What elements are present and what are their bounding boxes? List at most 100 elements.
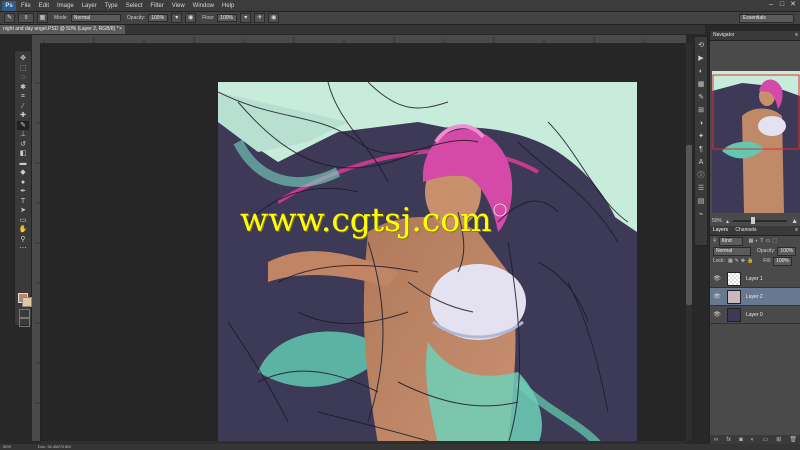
navigator-zoom-value[interactable]: 50% [712,218,726,224]
eyedropper-tool-icon[interactable]: ⁄ [17,102,29,112]
lock-icons[interactable]: ▦✎✥🔒 [728,258,755,264]
link-layers-icon[interactable]: ∞ [714,437,718,443]
styles-panel-icon[interactable]: ✦ [696,132,706,142]
zoom-level[interactable]: 50% [3,444,11,450]
actions-panel-icon[interactable]: ▶ [696,54,706,64]
type-tool-icon[interactable]: T [17,197,29,207]
menu-file[interactable]: File [21,3,31,9]
panel-menu-icon[interactable]: ≡ [795,31,798,40]
marquee-tool-icon[interactable]: ⬚ [17,64,29,74]
tab-layers[interactable]: Layers [713,226,728,235]
visibility-eye-icon[interactable]: 👁 [713,293,721,300]
close-window-icon[interactable]: ✕ [789,1,797,9]
adjustments-panel-icon[interactable]: ◑ [696,119,706,129]
brush-tool-preset-icon[interactable]: ✎ [4,13,15,23]
clone-stamp-tool-icon[interactable]: ⊥ [17,130,29,140]
add-mask-icon[interactable]: ◙ [739,437,743,443]
flow-dropdown-icon[interactable]: ▾ [240,13,252,23]
tab-channels[interactable]: Channels [735,226,756,235]
maximize-icon[interactable]: □ [778,1,786,9]
minimize-icon[interactable]: – [767,1,775,9]
flow-field[interactable]: 100% [217,14,238,22]
menu-image[interactable]: Image [57,3,74,9]
zoom-in-icon[interactable]: ▲ [791,218,798,225]
menu-select[interactable]: Select [126,3,143,9]
menu-edit[interactable]: Edit [39,3,49,9]
visibility-eye-icon[interactable]: 👁 [713,311,721,318]
color-panel-icon[interactable]: ◐ [696,67,706,77]
opacity-dropdown-icon[interactable]: ▾ [171,13,183,23]
eraser-tool-icon[interactable]: ◧ [17,149,29,159]
layer-row-selected[interactable]: 👁 Layer 2 [710,288,800,306]
healing-brush-tool-icon[interactable]: ✚ [17,111,29,121]
navigator-zoom-slider[interactable] [733,217,788,224]
quick-mask-icon[interactable] [19,309,30,318]
blend-mode-select[interactable]: Normal [713,246,751,256]
gradient-tool-icon[interactable]: ▬ [17,159,29,169]
screen-mode-icon[interactable] [19,318,30,327]
history-brush-tool-icon[interactable]: ↺ [17,140,29,150]
brush-size-picker[interactable]: 9 [18,13,34,23]
character-panel-icon[interactable]: A [696,158,706,168]
zoom-out-icon[interactable]: ▴ [726,218,729,225]
brush-presets-panel-icon[interactable]: ⊞ [696,106,706,116]
path-select-tool-icon[interactable]: ➤ [17,206,29,216]
layer-style-icon[interactable]: fx [726,437,731,443]
rectangle-tool-icon[interactable]: ▭ [17,216,29,226]
new-group-icon[interactable]: ▭ [762,436,768,443]
swatches-panel-icon[interactable]: ▦ [696,80,706,90]
adjustment-layer-icon[interactable]: ◐ [751,437,755,443]
properties-panel-icon[interactable]: ☰ [696,184,706,194]
close-tab-icon[interactable]: × [119,25,122,34]
mode-select[interactable]: Normal [70,14,121,22]
menu-help[interactable]: Help [222,3,234,9]
background-color-swatch[interactable] [22,297,32,307]
history-panel-icon[interactable]: ⟲ [696,41,706,51]
menu-layer[interactable]: Layer [82,3,97,9]
layer-row[interactable]: 👁 Layer 1 [710,270,800,288]
document-tab[interactable]: night and day angel.PSD @ 50% (Layer 2, … [0,25,125,34]
navigator-zoom-slider-handle[interactable] [751,217,756,224]
brush-tool-icon[interactable]: ✎ [17,120,29,130]
layers-panel-menu-icon[interactable]: ≡ [795,226,798,235]
pressure-size-icon[interactable]: ◉ [268,13,280,23]
navigator-thumbnail[interactable] [712,71,800,213]
layer-filter-icons[interactable]: ▦◐T▭⬚ [749,238,779,244]
crop-tool-icon[interactable]: ⌗ [17,92,29,102]
menu-type[interactable]: Type [105,3,118,9]
layer-kind-select[interactable]: Kind [718,236,743,246]
new-layer-icon[interactable]: ⊞ [776,436,781,443]
layer-row[interactable]: 👁 Layer 0 [710,306,800,324]
visibility-eye-icon[interactable]: 👁 [713,275,721,282]
blur-tool-icon[interactable]: ◆ [17,168,29,178]
pressure-opacity-icon[interactable]: ◉ [185,13,197,23]
brush-panel-icon[interactable]: ✎ [696,93,706,103]
layer-comps-panel-icon[interactable]: ▤ [696,197,706,207]
delete-layer-icon[interactable]: 🗑 [789,436,797,443]
pen-tool-icon[interactable]: ✒ [17,187,29,197]
menu-view[interactable]: View [172,3,185,9]
menu-filter[interactable]: Filter [150,3,163,9]
airbrush-icon[interactable]: ✈ [254,13,266,23]
layer-opacity-field[interactable]: 100% [777,246,797,256]
tool-extra-icon[interactable]: ⋯ [17,244,29,254]
paths-panel-icon[interactable]: ⌁ [696,210,706,220]
hand-tool-icon[interactable]: ✋ [17,225,29,235]
workspace-select[interactable]: Essentials [739,14,794,23]
move-tool-icon[interactable]: ✥ [17,54,29,64]
brush-panel-icon[interactable]: ▦ [37,13,48,23]
zoom-tool-icon[interactable]: ⚲ [17,235,29,245]
dodge-tool-icon[interactable]: ● [17,178,29,188]
lasso-tool-icon[interactable]: ◌ [17,73,29,83]
vertical-scrollbar-thumb[interactable] [686,145,692,305]
fill-field[interactable]: 100% [773,256,792,266]
layer-name[interactable]: Layer 1 [746,276,763,282]
paragraph-panel-icon[interactable]: ¶ [696,145,706,155]
opacity-field[interactable]: 100% [148,14,169,22]
artwork-canvas[interactable] [218,82,637,444]
layer-name[interactable]: Layer 0 [746,312,763,318]
layer-name[interactable]: Layer 2 [746,294,763,300]
quick-select-tool-icon[interactable]: ✱ [17,83,29,93]
menu-window[interactable]: Window [193,3,214,9]
info-panel-icon[interactable]: ⓘ [696,171,706,181]
